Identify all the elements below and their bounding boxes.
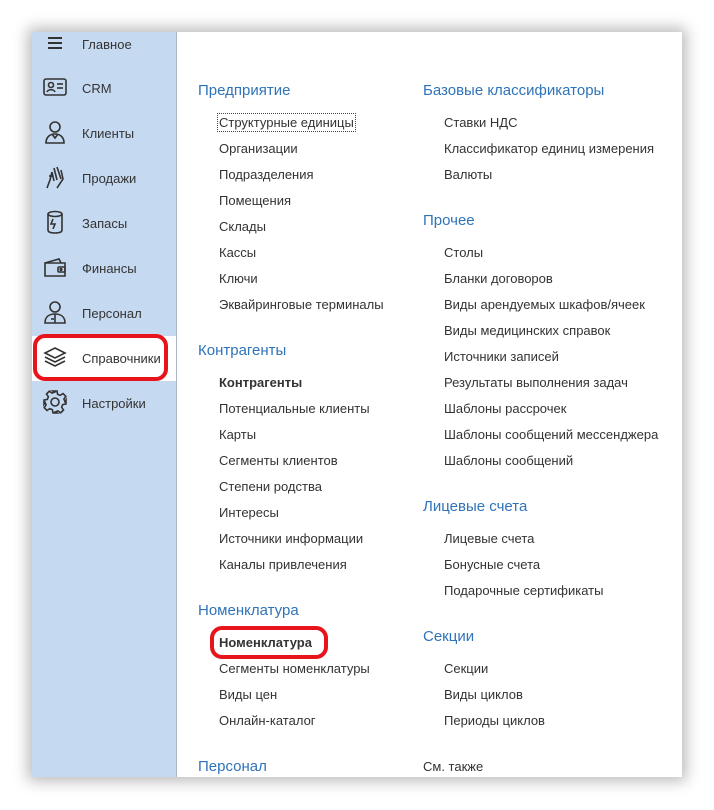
link-cards[interactable]: Карты [219, 427, 256, 442]
sidebar-item-finance[interactable]: Финансы [32, 246, 176, 291]
link-interests[interactable]: Интересы [219, 505, 279, 520]
hand-cash-icon [42, 164, 68, 190]
link-structural-units[interactable]: Структурные единицы [217, 113, 356, 132]
link-nomenclature[interactable]: Номенклатура [219, 635, 312, 650]
sidebar-item-main[interactable]: Главное [32, 32, 176, 67]
link-bonus-accounts[interactable]: Бонусные счета [444, 557, 540, 572]
sidebar: Главное CRM Клиенты Продажи Запасы Финан… [32, 32, 177, 777]
link-kinship-degrees[interactable]: Степени родства [219, 479, 322, 494]
contact-card-icon [42, 74, 68, 100]
person-icon [42, 119, 68, 145]
sidebar-item-label: CRM [82, 81, 112, 96]
link-contract-forms[interactable]: Бланки договоров [444, 271, 553, 286]
sidebar-item-sales[interactable]: Продажи [32, 156, 176, 201]
sidebar-item-label: Запасы [82, 216, 128, 231]
gear-icon [42, 389, 68, 415]
sidebar-item-label: Клиенты [82, 126, 135, 141]
link-departments[interactable]: Подразделения [219, 167, 314, 182]
sidebar-item-label: Финансы [82, 261, 137, 276]
link-units-classifier[interactable]: Классификатор единиц измерения [444, 141, 654, 156]
link-price-types[interactable]: Виды цен [219, 687, 277, 702]
sidebar-item-personnel[interactable]: Персонал [32, 291, 176, 336]
sidebar-item-label: Продажи [82, 171, 137, 186]
link-currencies[interactable]: Валюты [444, 167, 492, 182]
wallet-icon [42, 254, 68, 280]
link-locker-types[interactable]: Виды арендуемых шкафов/ячеек [444, 297, 645, 312]
link-premises[interactable]: Помещения [219, 193, 291, 208]
sidebar-item-references[interactable]: Справочники [32, 336, 176, 381]
content-area: Предприятие Структурные единицы Организа… [177, 32, 682, 777]
link-vat-rates[interactable]: Ставки НДС [444, 115, 517, 130]
section-title-counterparties: Контрагенты [198, 342, 287, 359]
link-client-segments[interactable]: Сегменты клиентов [219, 453, 338, 468]
link-warehouses[interactable]: Склады [219, 219, 266, 234]
link-message-templates[interactable]: Шаблоны сообщений [444, 453, 573, 468]
section-title-classifiers: Базовые классификаторы [423, 82, 605, 99]
sidebar-item-clients[interactable]: Клиенты [32, 111, 176, 156]
link-online-catalog[interactable]: Онлайн-каталог [219, 713, 316, 728]
sidebar-item-stock[interactable]: Запасы [32, 201, 176, 246]
link-cash-desks[interactable]: Кассы [219, 245, 256, 260]
link-messenger-templates[interactable]: Шаблоны сообщений мессенджера [444, 427, 658, 442]
section-title-personnel: Персонал [198, 758, 267, 775]
employee-icon [42, 299, 68, 325]
app-window: Главное CRM Клиенты Продажи Запасы Финан… [32, 32, 682, 777]
link-nomenclature-segments[interactable]: Сегменты номенклатуры [219, 661, 370, 676]
sidebar-item-settings[interactable]: Настройки [32, 381, 176, 426]
see-also-label: См. также [423, 759, 484, 774]
link-installment-templates[interactable]: Шаблоны рассрочек [444, 401, 566, 416]
link-record-sources[interactable]: Источники записей [444, 349, 559, 364]
section-title-personal-accounts: Лицевые счета [423, 498, 528, 515]
menu-icon [42, 32, 68, 56]
link-task-results[interactable]: Результаты выполнения задач [444, 375, 628, 390]
link-gift-certificates[interactable]: Подарочные сертификаты [444, 583, 603, 598]
sidebar-item-label: Настройки [82, 396, 146, 411]
section-title-enterprise: Предприятие [198, 82, 291, 99]
sidebar-item-crm[interactable]: CRM [32, 66, 176, 111]
storage-jar-icon [42, 209, 68, 235]
link-acquisition-channels[interactable]: Каналы привлечения [219, 557, 347, 572]
link-keys[interactable]: Ключи [219, 271, 258, 286]
link-counterparties[interactable]: Контрагенты [219, 375, 302, 390]
sidebar-item-label: Главное [82, 37, 132, 52]
link-medical-certificates[interactable]: Виды медицинских справок [444, 323, 610, 338]
layers-icon [42, 344, 68, 370]
link-organizations[interactable]: Организации [219, 141, 298, 156]
section-title-sections: Секции [423, 628, 475, 645]
section-title-nomenclature: Номенклатура [198, 602, 299, 619]
link-sections[interactable]: Секции [444, 661, 488, 676]
link-potential-clients[interactable]: Потенциальные клиенты [219, 401, 370, 416]
link-cycle-types[interactable]: Виды циклов [444, 687, 523, 702]
section-title-other: Прочее [423, 212, 475, 229]
link-cycle-periods[interactable]: Периоды циклов [444, 713, 545, 728]
link-personal-accounts[interactable]: Лицевые счета [444, 531, 534, 546]
link-info-sources[interactable]: Источники информации [219, 531, 363, 546]
link-tables[interactable]: Столы [444, 245, 483, 260]
sidebar-item-label: Справочники [82, 351, 161, 366]
sidebar-item-label: Персонал [82, 306, 142, 321]
link-acquiring-terminals[interactable]: Эквайринговые терминалы [219, 297, 384, 312]
